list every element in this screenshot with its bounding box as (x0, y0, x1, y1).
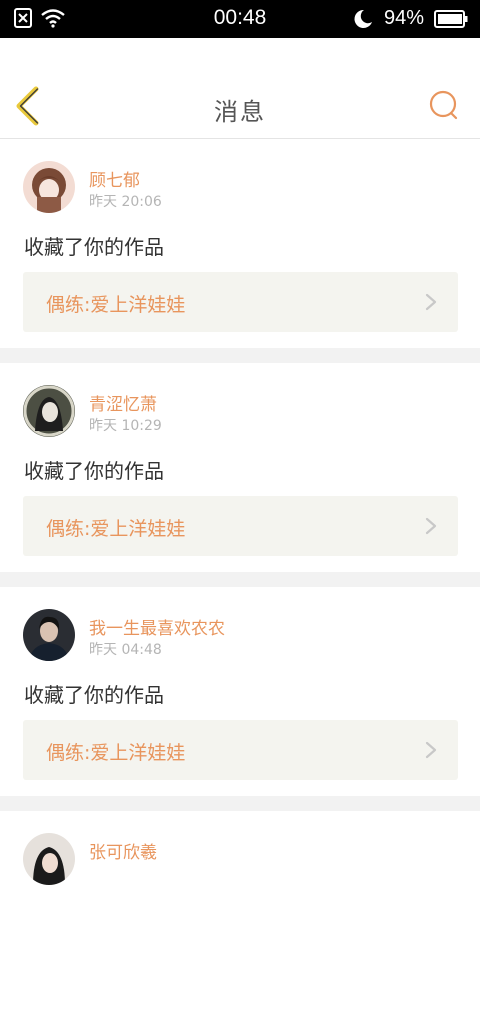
timestamp: 昨天 20:06 (89, 194, 162, 210)
action-text: 收藏了你的作品 (24, 459, 164, 483)
avatar[interactable] (23, 385, 75, 437)
work-title: 偶练:爱上洋娃娃 (46, 294, 186, 316)
avatar[interactable] (23, 833, 75, 885)
chevron-right-icon (425, 741, 437, 759)
battery-percent: 94% (383, 7, 424, 29)
message-card[interactable]: 青涩忆萧 昨天 10:29 收藏了你的作品 偶练:爱上洋娃娃 (0, 363, 480, 572)
work-title: 偶练:爱上洋娃娃 (46, 742, 186, 764)
status-bar: 00:48 94% (0, 0, 480, 38)
message-list: 顾七郁 昨天 20:06 收藏了你的作品 偶练:爱上洋娃娃 青涩忆萧 昨天 10… (0, 139, 480, 1020)
message-card[interactable]: 顾七郁 昨天 20:06 收藏了你的作品 偶练:爱上洋娃娃 (0, 139, 480, 348)
separator (0, 348, 480, 363)
search-icon[interactable] (428, 88, 460, 122)
username[interactable]: 顾七郁 (89, 166, 140, 191)
action-text: 收藏了你的作品 (24, 235, 164, 259)
timestamp: 昨天 10:29 (89, 418, 162, 434)
separator (0, 796, 480, 811)
work-title: 偶练:爱上洋娃娃 (46, 518, 186, 540)
username[interactable]: 张可欣羲 (89, 838, 157, 863)
battery-icon (434, 9, 468, 28)
status-right: 94% (352, 7, 468, 30)
timestamp: 昨天 04:48 (89, 642, 162, 658)
header-bar: 消息 (0, 38, 480, 139)
chevron-right-icon (425, 293, 437, 311)
moon-icon (354, 9, 372, 28)
action-text: 收藏了你的作品 (24, 683, 164, 707)
avatar[interactable] (23, 609, 75, 661)
separator (0, 572, 480, 587)
chevron-right-icon (425, 517, 437, 535)
avatar[interactable] (23, 161, 75, 213)
work-link[interactable]: 偶练:爱上洋娃娃 (23, 272, 458, 332)
username[interactable]: 青涩忆萧 (89, 390, 157, 415)
message-card[interactable]: 张可欣羲 (0, 811, 480, 1020)
page-title: 消息 (214, 98, 266, 126)
work-link[interactable]: 偶练:爱上洋娃娃 (23, 496, 458, 556)
username[interactable]: 我一生最喜欢农农 (89, 614, 225, 639)
message-card[interactable]: 我一生最喜欢农农 昨天 04:48 收藏了你的作品 偶练:爱上洋娃娃 (0, 587, 480, 796)
work-link[interactable]: 偶练:爱上洋娃娃 (23, 720, 458, 780)
